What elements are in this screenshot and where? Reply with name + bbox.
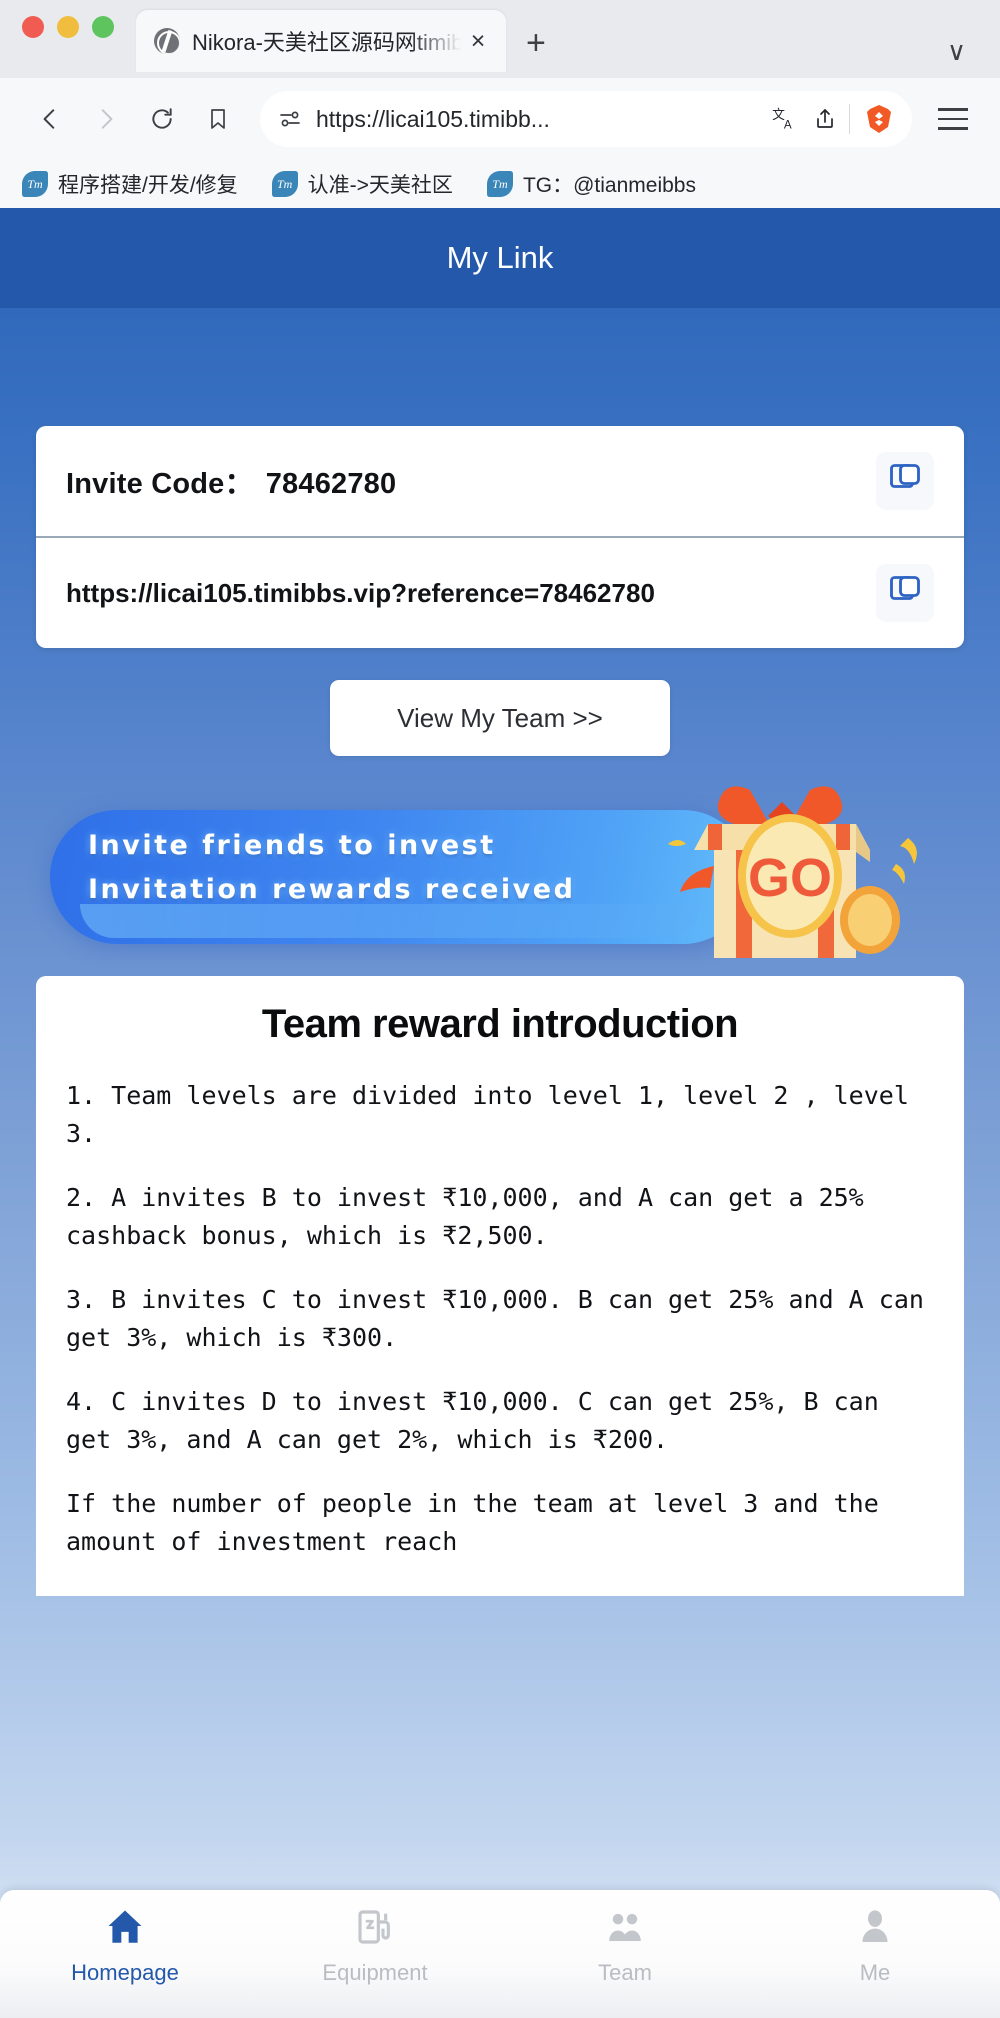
bookmark-icon[interactable] bbox=[190, 91, 246, 147]
promo-line-1: Invite friends to invest bbox=[88, 830, 496, 861]
globe-icon bbox=[154, 28, 180, 54]
bookmark-item[interactable]: Tm TG：@tianmeibbs bbox=[486, 169, 696, 199]
close-window-button[interactable] bbox=[22, 16, 44, 38]
tm-icon: Tm bbox=[271, 171, 298, 197]
copy-icon bbox=[887, 461, 923, 502]
person-icon bbox=[855, 1904, 895, 1950]
invite-card: Invite Code： 78462780 https://licai105.ti… bbox=[36, 426, 964, 648]
intro-title: Team reward introduction bbox=[261, 1002, 739, 1046]
nav-item-homepage[interactable]: Homepage bbox=[0, 1904, 250, 1986]
toolbar-divider bbox=[849, 104, 850, 134]
back-icon[interactable] bbox=[22, 91, 78, 147]
promo-text: Invite friends to invest Invitation rewa… bbox=[88, 824, 575, 911]
translate-icon[interactable]: 文A bbox=[771, 105, 799, 133]
sliders-icon[interactable] bbox=[278, 107, 302, 131]
tab-title: Nikora-天美社区源码网timibbs bbox=[192, 30, 464, 55]
invite-code-label: Invite Code： 78462780 bbox=[66, 460, 876, 502]
gift-box-icon: GO bbox=[668, 786, 917, 958]
close-tab-icon[interactable]: × bbox=[464, 28, 492, 54]
nav-label: Equipment bbox=[322, 1960, 428, 1985]
nav-label: Homepage bbox=[71, 1960, 179, 1985]
bookmark-label: 认准->天美社区 bbox=[307, 174, 453, 197]
bookmark-item[interactable]: Tm 程序搭建/开发/修复 bbox=[22, 169, 238, 199]
equipment-icon bbox=[355, 1904, 395, 1950]
invite-url-value: https://licai105.timibbs.vip?reference=7… bbox=[66, 577, 655, 608]
share-icon[interactable] bbox=[813, 107, 837, 131]
maximize-window-button[interactable] bbox=[92, 16, 114, 38]
promo-banner[interactable]: Invite friends to invest Invitation rewa… bbox=[46, 784, 954, 962]
forward-icon[interactable] bbox=[78, 91, 134, 147]
invite-code-value: 78462780 bbox=[265, 468, 397, 500]
invite-code-label-text: Invite Code： bbox=[66, 468, 254, 500]
new-tab-button[interactable]: + bbox=[526, 26, 546, 60]
brave-shields-icon[interactable] bbox=[862, 102, 896, 136]
window-traffic-lights bbox=[22, 0, 114, 78]
page-viewport: My Link Invite Code： 78462780 https://lic… bbox=[0, 208, 1000, 2018]
invite-url-row: https://licai105.timibbs.vip?reference=7… bbox=[36, 536, 964, 648]
copy-invite-code-button[interactable] bbox=[876, 452, 934, 510]
minimize-window-button[interactable] bbox=[57, 16, 79, 38]
copy-icon bbox=[887, 573, 923, 614]
intro-paragraph: 4. C invites D to invest ₹10,000. C can … bbox=[66, 1387, 879, 1454]
nav-item-me[interactable]: Me bbox=[750, 1904, 1000, 1986]
bookmark-label: TG：@tianmeibbs bbox=[522, 174, 696, 197]
bookmark-item[interactable]: Tm 认准->天美社区 bbox=[271, 169, 453, 199]
promo-badge-text: GO bbox=[748, 848, 832, 908]
tm-icon: Tm bbox=[22, 171, 48, 197]
svg-text:A: A bbox=[784, 118, 792, 131]
hamburger-menu-icon[interactable] bbox=[928, 91, 978, 147]
tm-icon: Tm bbox=[486, 171, 513, 197]
intro-paragraph: 2. A invites B to invest ₹10,000, and A … bbox=[66, 1183, 864, 1250]
page-header: My Link bbox=[0, 208, 1000, 308]
invite-code-row: Invite Code： 78462780 bbox=[36, 426, 964, 536]
nav-label: Me bbox=[859, 1960, 891, 1985]
nav-label: Team bbox=[598, 1960, 652, 1985]
page-title: My Link bbox=[446, 240, 554, 275]
browser-toolbar: https://licai105.timibb... 文A bbox=[0, 78, 1000, 160]
view-my-team-button[interactable]: View My Team >> bbox=[330, 680, 670, 756]
address-bar[interactable]: https://licai105.timibb... 文A bbox=[260, 91, 912, 147]
url-text: https://licai105.timibb... bbox=[316, 105, 550, 132]
intro-paragraph: If the number of people in the team at l… bbox=[66, 1489, 879, 1556]
bottom-navigation-bar: Homepage Equipment Team Me bbox=[0, 1890, 1000, 2018]
intro-paragraph: 1. Team levels are divided into level 1,… bbox=[66, 1081, 909, 1148]
home-icon bbox=[104, 1904, 146, 1950]
nav-item-team[interactable]: Team bbox=[500, 1904, 750, 1986]
intro-paragraph: 3. B invites C to invest ₹10,000. B can … bbox=[66, 1285, 924, 1352]
tab-strip: Nikora-天美社区源码网timibbs × + ∨ bbox=[0, 0, 1000, 78]
browser-tab[interactable]: Nikora-天美社区源码网timibbs × bbox=[136, 10, 506, 72]
nav-item-equipment[interactable]: Equipment bbox=[250, 1904, 500, 1986]
team-icon bbox=[604, 1904, 646, 1950]
bookmarks-bar: Tm 程序搭建/开发/修复 Tm 认准->天美社区 Tm TG：@tianmei… bbox=[0, 160, 1000, 208]
copy-invite-url-button[interactable] bbox=[876, 564, 934, 622]
browser-window: Nikora-天美社区源码网timibbs × + ∨ https://lica… bbox=[0, 0, 1000, 208]
bookmark-label: 程序搭建/开发/修复 bbox=[58, 174, 238, 197]
team-reward-introduction-card: Team reward introduction 1. Team levels … bbox=[36, 976, 964, 1596]
page-content: Invite Code： 78462780 https://licai105.ti… bbox=[0, 426, 1000, 1596]
chevron-down-icon[interactable]: ∨ bbox=[947, 38, 966, 64]
promo-line-2: Invitation rewards received bbox=[88, 873, 576, 905]
reload-icon[interactable] bbox=[134, 91, 190, 147]
